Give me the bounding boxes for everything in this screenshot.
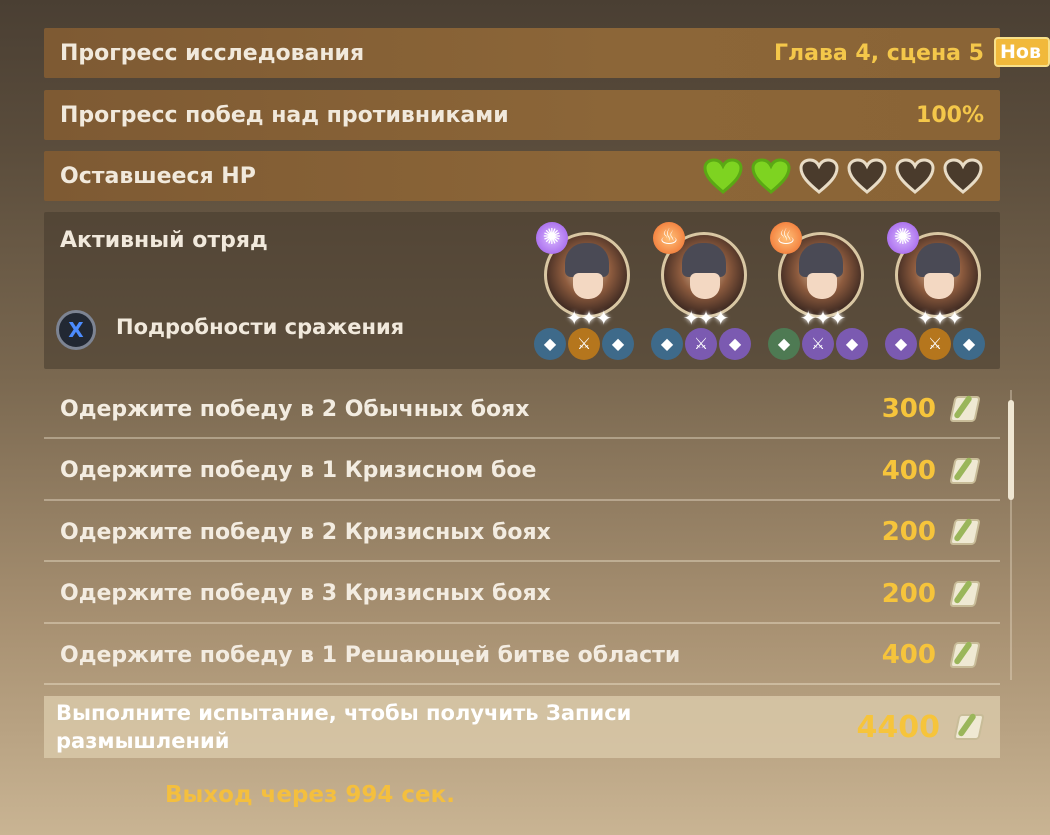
- challenge-row: Одержите победу в 2 Обычных боях 300: [44, 381, 1000, 439]
- challenge-label: Одержите победу в 2 Обычных боях: [60, 396, 530, 422]
- challenge-row: Одержите победу в 1 Решающей битве облас…: [44, 627, 1000, 685]
- equipment-icon: ◆: [651, 328, 683, 360]
- scroll-reward-icon: [950, 708, 988, 746]
- challenge-row: Одержите победу в 1 Кризисном бое 400: [44, 443, 1000, 501]
- challenge-label: Одержите победу в 1 Решающей битве облас…: [60, 642, 681, 668]
- final-reward-row: Выполните испытание, чтобы получить Запи…: [44, 696, 1000, 758]
- team-member-4[interactable]: ✺ ✦✦✦ ◆ ⚔ ◆: [885, 222, 985, 360]
- exit-countdown: Выход через 994 сек.: [165, 782, 455, 808]
- enemy-progress-row: Прогресс побед над противниками 100%: [44, 90, 1000, 140]
- team-member-3[interactable]: ♨ ✦✦✦ ◆ ⚔ ◆: [768, 222, 868, 360]
- equipment-icon: ◆: [719, 328, 751, 360]
- x-button-icon[interactable]: X: [56, 310, 96, 350]
- pyro-element-icon: ♨: [770, 222, 802, 254]
- exploration-progress-label: Прогресс исследования: [60, 40, 365, 66]
- scroll-reward-icon: [946, 513, 984, 551]
- scrollbar-thumb[interactable]: [1008, 400, 1014, 500]
- heart-filled-icon: [750, 157, 792, 195]
- challenge-row: Одержите победу в 3 Кризисных боях 200: [44, 566, 1000, 624]
- constellation-stars: ✦✦✦: [916, 306, 963, 330]
- challenge-row: Одержите победу в 2 Кризисных боях 200: [44, 504, 1000, 562]
- remaining-hp-row: Оставшееся HP: [44, 151, 1000, 201]
- heart-empty-icon: [894, 157, 936, 195]
- electro-element-icon: ✺: [887, 222, 919, 254]
- scroll-reward-icon: [946, 452, 984, 490]
- challenge-label: Одержите победу в 3 Кризисных боях: [60, 581, 551, 606]
- heart-empty-icon: [798, 157, 840, 195]
- equipment-icon: ⚔: [919, 328, 951, 360]
- equipment-icon: ◆: [836, 328, 868, 360]
- equipment-icon: ⚔: [568, 328, 600, 360]
- active-team-title: Активный отряд: [60, 228, 268, 253]
- scroll-reward-icon: [946, 636, 984, 674]
- equipment-icon: ⚔: [802, 328, 834, 360]
- equipment-icon: ◆: [885, 328, 917, 360]
- active-team-panel: Активный отряд X Подробности сражения ✺ ✦…: [44, 212, 1000, 369]
- new-badge: Нов: [994, 37, 1050, 67]
- equipment-icon: ◆: [534, 328, 566, 360]
- challenge-reward-amount: 400: [881, 455, 936, 486]
- hp-hearts: [702, 157, 984, 195]
- exploration-progress-value: Глава 4, сцена 5: [773, 40, 984, 66]
- enemy-progress-label: Прогресс побед над противниками: [60, 102, 509, 128]
- final-reward-label: Выполните испытание, чтобы получить Запи…: [56, 701, 632, 753]
- heart-empty-icon: [846, 157, 888, 195]
- challenge-reward-amount: 200: [881, 578, 936, 609]
- pyro-element-icon: ♨: [653, 222, 685, 254]
- challenge-reward-amount: 400: [881, 640, 936, 670]
- remaining-hp-label: Оставшееся HP: [60, 163, 256, 189]
- heart-filled-icon: [702, 157, 744, 195]
- equipment-icon: ⚔: [685, 328, 717, 360]
- equipment-icon: ◆: [953, 328, 985, 360]
- challenge-reward-amount: 200: [881, 517, 936, 547]
- constellation-stars: ✦✦✦: [565, 306, 612, 330]
- challenge-label: Одержите победу в 2 Кризисных боях: [60, 519, 551, 545]
- team-member-2[interactable]: ♨ ✦✦✦ ◆ ⚔ ◆: [651, 222, 751, 360]
- constellation-stars: ✦✦✦: [799, 306, 846, 330]
- equipment-icon: ◆: [768, 328, 800, 360]
- challenge-label: Одержите победу в 1 Кризисном бое: [60, 458, 537, 483]
- equipment-icon: ◆: [602, 328, 634, 360]
- team-member-1[interactable]: ✺ ✦✦✦ ◆ ⚔ ◆: [534, 222, 634, 360]
- challenge-reward-amount: 300: [881, 394, 936, 424]
- scroll-reward-icon: [946, 390, 984, 428]
- battle-details-button[interactable]: Подробности сражения: [116, 315, 404, 339]
- heart-empty-icon: [942, 157, 984, 195]
- exploration-progress-row: Прогресс исследования Глава 4, сцена 5 Н…: [44, 28, 1050, 78]
- constellation-stars: ✦✦✦: [682, 306, 729, 330]
- enemy-progress-value: 100%: [916, 102, 984, 128]
- final-reward-amount: 4400: [856, 709, 941, 745]
- electro-element-icon: ✺: [536, 222, 568, 254]
- scroll-reward-icon: [946, 575, 984, 613]
- challenge-scrollbar[interactable]: [1008, 390, 1014, 680]
